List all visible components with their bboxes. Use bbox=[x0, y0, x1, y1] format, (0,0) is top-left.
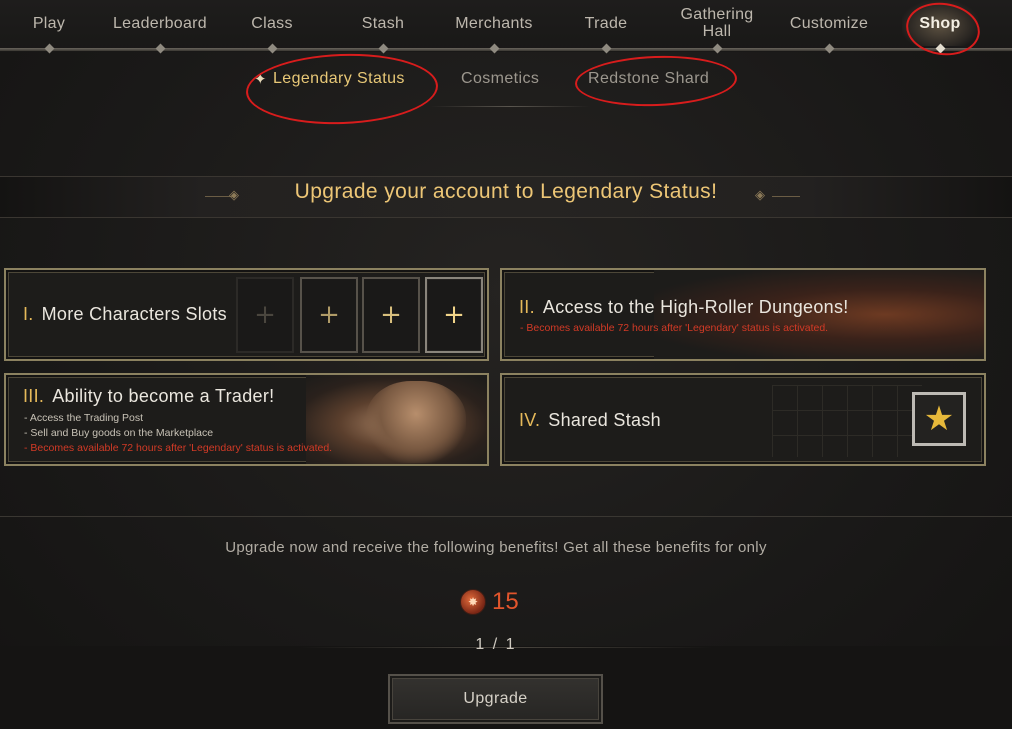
card-number: IV. bbox=[519, 410, 541, 430]
plus-icon: + bbox=[362, 277, 420, 353]
nav-trade[interactable]: Trade bbox=[566, 0, 646, 46]
benefit-card-character-slots: I. More Characters Slots + + + + bbox=[4, 268, 489, 361]
nav-rail bbox=[0, 48, 1012, 51]
plus-icon: + bbox=[300, 277, 358, 353]
redstone-shard-icon: ✸ bbox=[460, 589, 486, 615]
card-title: I. More Characters Slots bbox=[23, 304, 227, 325]
card-note: - Access the Trading Post bbox=[24, 412, 144, 424]
card-note: - Becomes available 72 hours after 'Lege… bbox=[24, 442, 333, 454]
card-number: I. bbox=[23, 304, 34, 324]
nav-leaderboard[interactable]: Leaderboard bbox=[100, 0, 220, 46]
card-title-text: More Characters Slots bbox=[41, 304, 227, 324]
nav-merchants[interactable]: Merchants bbox=[444, 0, 544, 46]
banner-title: Upgrade your account to Legendary Status… bbox=[294, 180, 718, 203]
card-number: II. bbox=[519, 297, 535, 317]
card-title-text: Ability to become a Trader! bbox=[52, 386, 275, 406]
section-divider bbox=[0, 516, 1012, 517]
trader-portrait bbox=[366, 381, 466, 463]
card-title: II. Access to the High-Roller Dungeons! bbox=[519, 297, 849, 318]
nav-play[interactable]: Play bbox=[14, 0, 84, 46]
page-background bbox=[0, 0, 1012, 729]
benefit-card-trader: III. Ability to become a Trader! - Access… bbox=[4, 373, 489, 466]
card-note: - Becomes available 72 hours after 'Lege… bbox=[520, 322, 829, 334]
card-number: III. bbox=[23, 386, 45, 406]
plus-icon: + bbox=[236, 277, 294, 353]
top-nav: Play Leaderboard Class Stash Merchants T… bbox=[0, 0, 1012, 54]
subtab-divider bbox=[430, 106, 590, 107]
benefits-text: Upgrade now and receive the following be… bbox=[225, 539, 767, 556]
card-title: IV. Shared Stash bbox=[519, 410, 661, 431]
nav-class[interactable]: Class bbox=[232, 0, 312, 46]
plus-icon: + bbox=[425, 277, 483, 353]
price: ✸ 15 bbox=[460, 587, 519, 617]
card-title: III. Ability to become a Trader! bbox=[23, 386, 274, 407]
stash-grid-artwork bbox=[772, 385, 922, 457]
benefit-card-shared-stash: IV. Shared Stash ★ bbox=[500, 373, 986, 466]
nav-customize[interactable]: Customize bbox=[780, 0, 878, 46]
nav-stash[interactable]: Stash bbox=[343, 0, 423, 46]
price-value: 15 bbox=[492, 588, 519, 615]
card-title-text: Access to the High-Roller Dungeons! bbox=[542, 297, 849, 317]
card-note: - Sell and Buy goods on the Marketplace bbox=[24, 427, 214, 439]
nav-gathering-hall[interactable]: Gathering Hall bbox=[672, 0, 762, 46]
star-icon: ★ bbox=[912, 392, 966, 446]
subtab-cosmetics[interactable]: Cosmetics bbox=[461, 66, 539, 92]
upgrade-button[interactable]: Upgrade bbox=[388, 674, 603, 724]
pager: 1 / 1 bbox=[475, 636, 517, 653]
card-title-text: Shared Stash bbox=[548, 410, 661, 430]
benefit-card-high-roller: II. Access to the High-Roller Dungeons! -… bbox=[500, 268, 986, 361]
